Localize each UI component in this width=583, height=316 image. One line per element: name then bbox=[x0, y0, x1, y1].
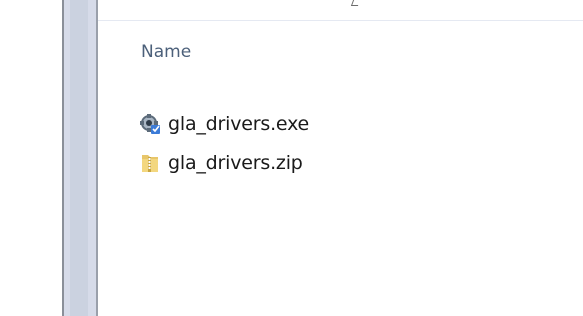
header-divider bbox=[98, 20, 583, 21]
address-area bbox=[98, 0, 583, 20]
file-row[interactable]: gla_drivers.zip bbox=[139, 149, 303, 177]
file-row[interactable]: gla_drivers.exe bbox=[139, 110, 309, 138]
explorer-window: Name gla_drivers.exe gla_drivers.zip bbox=[0, 0, 583, 316]
zip-folder-icon bbox=[139, 152, 161, 174]
file-name-label: gla_drivers.exe bbox=[168, 113, 310, 135]
window-frame-inner bbox=[70, 0, 88, 316]
file-name-label: gla_drivers.zip bbox=[168, 152, 303, 174]
installer-exe-icon bbox=[139, 113, 161, 135]
column-header-name[interactable]: Name bbox=[141, 42, 191, 62]
